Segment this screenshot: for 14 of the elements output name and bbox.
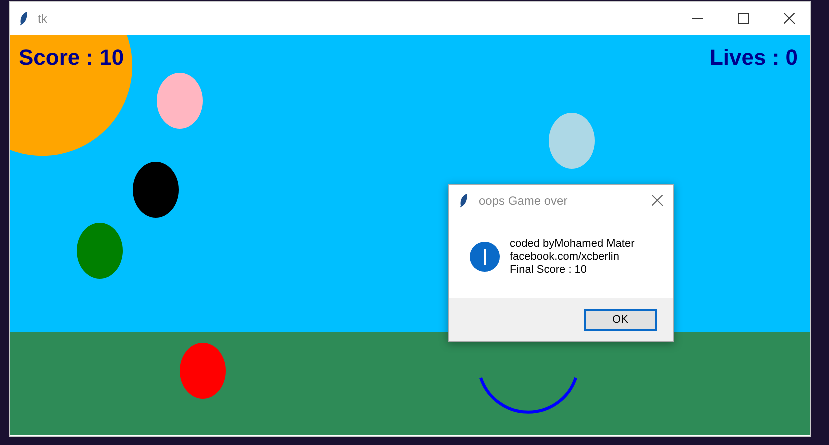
dialog-title: oops Game over	[479, 194, 568, 208]
score-label: Score : 10	[19, 45, 124, 71]
lives-label: Lives : 0	[710, 45, 798, 71]
message-text: coded byMohamed Mater	[510, 238, 635, 250]
feather-icon	[19, 10, 29, 26]
feather-icon	[459, 192, 469, 208]
ok-button[interactable]: OK	[584, 308, 657, 330]
window-title: tk	[38, 12, 48, 26]
close-icon[interactable]	[652, 195, 663, 206]
message-text: facebook.com/xcberlin	[510, 250, 620, 264]
maximize-icon[interactable]	[738, 13, 749, 24]
close-icon[interactable]	[784, 13, 795, 24]
message-text: Final Score : 10	[510, 264, 588, 276]
info-icon	[470, 242, 500, 272]
